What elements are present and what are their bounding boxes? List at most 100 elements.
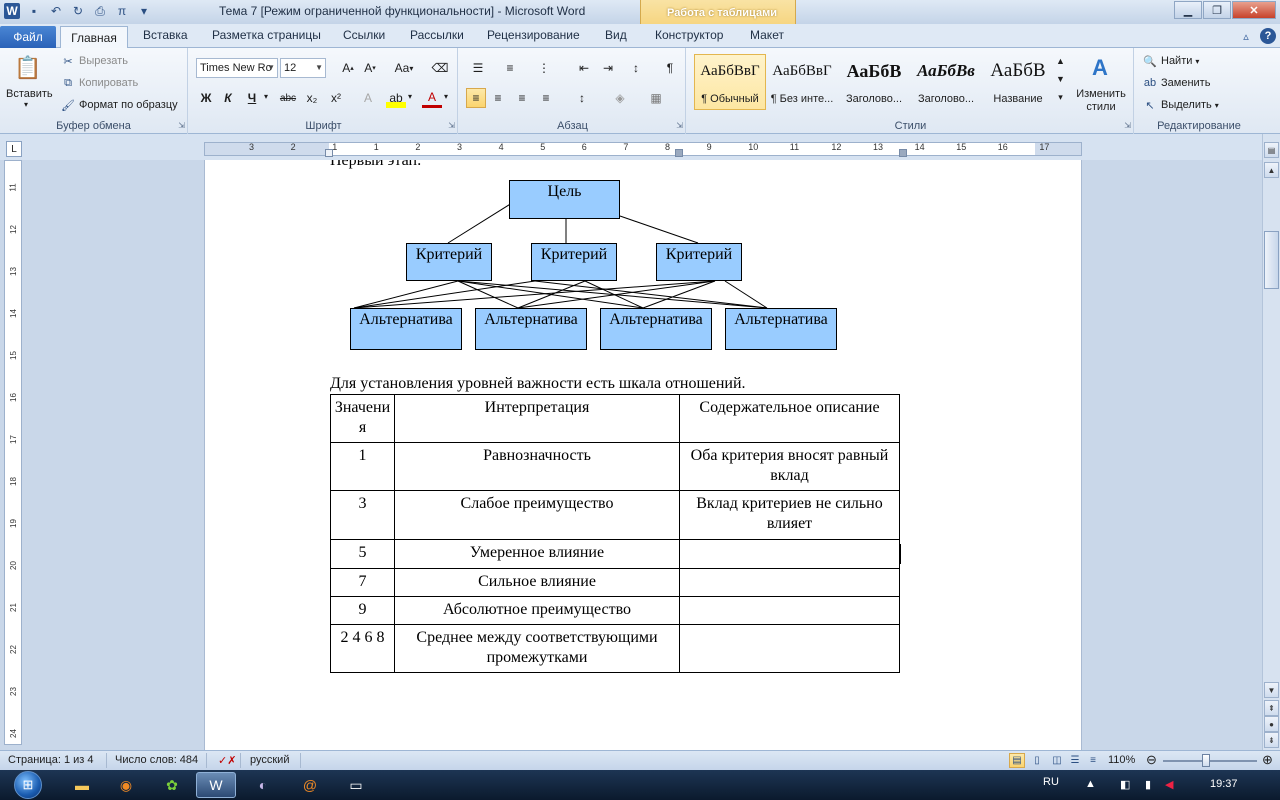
print-icon[interactable]: ⎙: [92, 3, 108, 19]
table-cell[interactable]: 3: [330, 490, 395, 540]
document-page[interactable]: Первый этап: Цель Критерий Критерий Крит…: [204, 160, 1082, 750]
style-heading-2[interactable]: АаБбВв Заголово...: [910, 54, 982, 110]
firefox-icon[interactable]: ◉: [106, 772, 146, 798]
volume-muted-icon[interactable]: ◀: [1165, 778, 1173, 791]
scale-table[interactable]: Значения Интерпретация Содержательное оп…: [330, 394, 900, 673]
clock[interactable]: 19:37: [1210, 778, 1238, 790]
table-cell[interactable]: 5: [330, 539, 395, 569]
font-size-combo[interactable]: 12 ▼: [280, 58, 326, 78]
sort-icon[interactable]: ↕: [626, 58, 646, 78]
styles-dialog-launcher-icon[interactable]: ⇲: [1124, 121, 1131, 130]
web-layout-icon[interactable]: ◫: [1049, 753, 1065, 768]
zoom-slider-thumb[interactable]: [1202, 754, 1211, 767]
table-header-cell[interactable]: Содержательное описание: [679, 394, 900, 443]
minimize-button[interactable]: ▁: [1174, 1, 1202, 19]
justify-icon[interactable]: ≡: [536, 88, 556, 108]
decrease-indent-icon[interactable]: ⇤: [574, 58, 594, 78]
column-marker[interactable]: [675, 149, 683, 157]
style-no-spacing[interactable]: АаБбВвГ ¶ Без инте...: [766, 54, 838, 110]
font-color-dropdown-icon[interactable]: ▾: [444, 92, 448, 101]
align-left-icon[interactable]: ≡: [466, 88, 486, 108]
minimize-ribbon-icon[interactable]: ▵: [1238, 28, 1254, 44]
strikethrough-button[interactable]: abc: [278, 88, 298, 108]
alternative-node[interactable]: Альтернатива: [725, 308, 837, 350]
table-cell[interactable]: Равнозначность: [394, 442, 680, 491]
paragraph-dialog-launcher-icon[interactable]: ⇲: [676, 121, 683, 130]
table-cell[interactable]: 1: [330, 442, 395, 491]
line-spacing-icon[interactable]: ↕: [572, 88, 592, 108]
format-painter-button[interactable]: 🖌 Формат по образцу: [60, 97, 178, 113]
font-dialog-launcher-icon[interactable]: ⇲: [448, 121, 455, 130]
proofing-icon[interactable]: ✓✗: [218, 754, 236, 767]
font-name-combo[interactable]: Times New Ro ▼: [196, 58, 278, 78]
change-styles-button[interactable]: Изменить стили: [1072, 88, 1130, 114]
align-center-icon[interactable]: ≡: [488, 88, 508, 108]
help-icon[interactable]: ?: [1260, 28, 1276, 44]
vertical-scrollbar[interactable]: ▤ ▲ ▼ ⇞ ● ⇟: [1262, 134, 1280, 750]
tab-design[interactable]: Конструктор: [655, 28, 723, 42]
draft-view-icon[interactable]: ≡: [1085, 753, 1101, 768]
table-cell[interactable]: [679, 539, 900, 569]
eclipse-icon[interactable]: ◐: [243, 772, 283, 798]
scroll-up-icon[interactable]: ▲: [1264, 162, 1279, 178]
style-normal[interactable]: АаБбВвГ ¶ Обычный: [694, 54, 766, 110]
table-cell[interactable]: Умеренное влияние: [394, 539, 680, 569]
styles-scroll-up-icon[interactable]: ▲: [1056, 56, 1065, 66]
tab-review[interactable]: Рецензирование: [487, 28, 580, 42]
tab-layout[interactable]: Макет: [750, 28, 784, 42]
table-cell[interactable]: [679, 596, 900, 625]
tab-mailings[interactable]: Рассылки: [410, 28, 464, 42]
redo-icon[interactable]: ↻: [70, 3, 86, 19]
style-heading-1[interactable]: АаБбВ Заголово...: [838, 54, 910, 110]
table-cell[interactable]: Сильное влияние: [394, 568, 680, 597]
table-cell[interactable]: 9: [330, 596, 395, 625]
clear-formatting-icon[interactable]: ⌫: [430, 58, 450, 78]
zoom-in-icon[interactable]: ⊕: [1262, 752, 1273, 768]
criterion-node[interactable]: Критерий: [406, 243, 492, 281]
tab-view[interactable]: Вид: [605, 28, 627, 42]
full-screen-reading-icon[interactable]: ▯: [1029, 753, 1045, 768]
tab-references[interactable]: Ссылки: [343, 28, 385, 42]
align-right-icon[interactable]: ≡: [512, 88, 532, 108]
print-layout-view-icon[interactable]: ▤: [1009, 753, 1025, 768]
icq-icon[interactable]: ✿: [152, 772, 192, 798]
highlight-dropdown-icon[interactable]: ▾: [408, 92, 412, 101]
table-cell[interactable]: Оба критерия вносят равный вклад: [679, 442, 900, 491]
left-indent-marker[interactable]: [325, 149, 333, 157]
show-marks-icon[interactable]: ¶: [660, 58, 680, 78]
undo-icon[interactable]: ↶: [48, 3, 64, 19]
page-counter[interactable]: Страница: 1 из 4: [8, 754, 94, 766]
tab-insert[interactable]: Вставка: [143, 28, 188, 42]
table-header-cell[interactable]: Значения: [330, 394, 395, 443]
paste-dropdown-icon[interactable]: ▾: [24, 100, 28, 109]
ruler-toggle-icon[interactable]: ▤: [1264, 142, 1279, 158]
select-browse-object-icon[interactable]: ●: [1264, 716, 1279, 732]
tab-page-layout[interactable]: Разметка страницы: [212, 28, 321, 42]
shading-icon[interactable]: ◈: [610, 88, 630, 108]
table-cell[interactable]: Среднее между соответствующими промежутк…: [394, 624, 680, 673]
text-effects-icon[interactable]: A: [358, 88, 378, 108]
outline-view-icon[interactable]: ☰: [1067, 753, 1083, 768]
scroll-down-icon[interactable]: ▼: [1264, 682, 1279, 698]
replace-button[interactable]: ab Заменить: [1142, 75, 1211, 91]
close-button[interactable]: ✕: [1232, 1, 1276, 19]
previous-page-icon[interactable]: ⇞: [1264, 700, 1279, 716]
vertical-ruler[interactable]: 11 12 13 14 15 16 17 18 19 20 21 22 23 24: [4, 160, 22, 745]
styles-more-icon[interactable]: ▾: [1058, 92, 1063, 103]
table-cell[interactable]: 2 4 6 8: [330, 624, 395, 673]
tab-file[interactable]: Файл: [0, 26, 56, 48]
tray-app-icon[interactable]: ◧: [1120, 778, 1130, 791]
bullets-icon[interactable]: ☰: [468, 58, 488, 78]
window-icon[interactable]: ▭: [336, 772, 376, 798]
alternative-node[interactable]: Альтернатива: [475, 308, 587, 350]
increase-indent-icon[interactable]: ⇥: [598, 58, 618, 78]
subscript-icon[interactable]: x₂: [302, 88, 322, 108]
change-styles-icon[interactable]: A: [1084, 52, 1116, 84]
restore-button[interactable]: ❐: [1203, 1, 1231, 19]
start-button[interactable]: ⊞: [14, 771, 42, 799]
goal-node[interactable]: Цель: [509, 180, 620, 219]
next-page-icon[interactable]: ⇟: [1264, 732, 1279, 748]
table-cell[interactable]: Вклад критериев не сильно влияет: [679, 490, 900, 540]
zoom-out-icon[interactable]: ⊖: [1146, 752, 1157, 768]
network-icon[interactable]: ▮: [1145, 778, 1151, 791]
